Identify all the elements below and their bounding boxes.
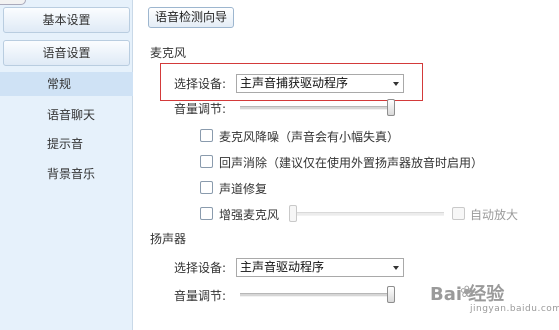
- mic-volume-slider-thumb[interactable]: [387, 99, 395, 116]
- basic-settings-button[interactable]: 基本设置: [3, 7, 130, 33]
- mic-volume-label: 音量调节:: [174, 102, 227, 116]
- noise-reduction-checkbox[interactable]: [200, 129, 213, 142]
- paw-icon: ❀: [460, 282, 474, 301]
- channel-repair-label: 声道修复: [219, 182, 268, 196]
- speaker-volume-label: 音量调节:: [174, 289, 227, 303]
- mic-device-label: 选择设备:: [174, 77, 227, 91]
- speaker-device-label: 选择设备:: [174, 261, 227, 275]
- speaker-volume-slider[interactable]: [240, 286, 395, 303]
- mic-device-select[interactable]: 主声音捕获驱动程序: [236, 74, 404, 93]
- speaker-section-title: 扬声器: [150, 232, 187, 246]
- echo-cancel-label: 回声消除（建议仅在使用外置扬声器放音时启用）: [219, 156, 484, 170]
- chevron-down-icon: [393, 266, 399, 270]
- auto-amplify-checkbox[interactable]: [452, 207, 465, 220]
- sidebar-item-background-music[interactable]: 背景音乐: [0, 162, 133, 186]
- boost-mic-label: 增强麦克风: [219, 208, 280, 222]
- channel-repair-checkbox[interactable]: [200, 181, 213, 194]
- boost-mic-checkbox[interactable]: [200, 207, 213, 220]
- microphone-section-title: 麦克风: [150, 46, 187, 60]
- chevron-down-icon: [393, 82, 399, 86]
- boost-level-slider[interactable]: [289, 205, 444, 222]
- speaker-device-select[interactable]: 主声音驱动程序: [236, 258, 404, 277]
- window-corner: [0, 0, 26, 5]
- echo-cancel-checkbox[interactable]: [200, 155, 213, 168]
- auto-amplify-label: 自动放大: [470, 208, 519, 222]
- mic-volume-slider[interactable]: [240, 99, 395, 116]
- sidebar-item-notification-sound[interactable]: 提示音: [0, 132, 133, 156]
- boost-level-slider-thumb[interactable]: [289, 205, 297, 222]
- speaker-volume-slider-thumb[interactable]: [387, 286, 395, 303]
- voice-test-wizard-button[interactable]: 语音检测向导: [148, 7, 235, 28]
- sidebar-item-voice-chat[interactable]: 语音聊天: [0, 103, 133, 127]
- noise-reduction-label: 麦克风降噪（声音会有小幅失真）: [219, 130, 400, 144]
- sidebar-item-general[interactable]: 常规: [0, 72, 133, 96]
- watermark-url: jingyan.baidu.com: [470, 304, 559, 314]
- baidu-jingyan-watermark: Bai 经验 ❀ jingyan.baidu.com: [430, 280, 559, 324]
- voice-settings-button[interactable]: 语音设置: [3, 40, 130, 66]
- sidebar: 基本设置 语音设置 常规 语音聊天 提示音 背景音乐: [0, 0, 133, 330]
- mic-device-value: 主声音捕获驱动程序: [240, 76, 349, 90]
- speaker-device-value: 主声音驱动程序: [240, 260, 325, 274]
